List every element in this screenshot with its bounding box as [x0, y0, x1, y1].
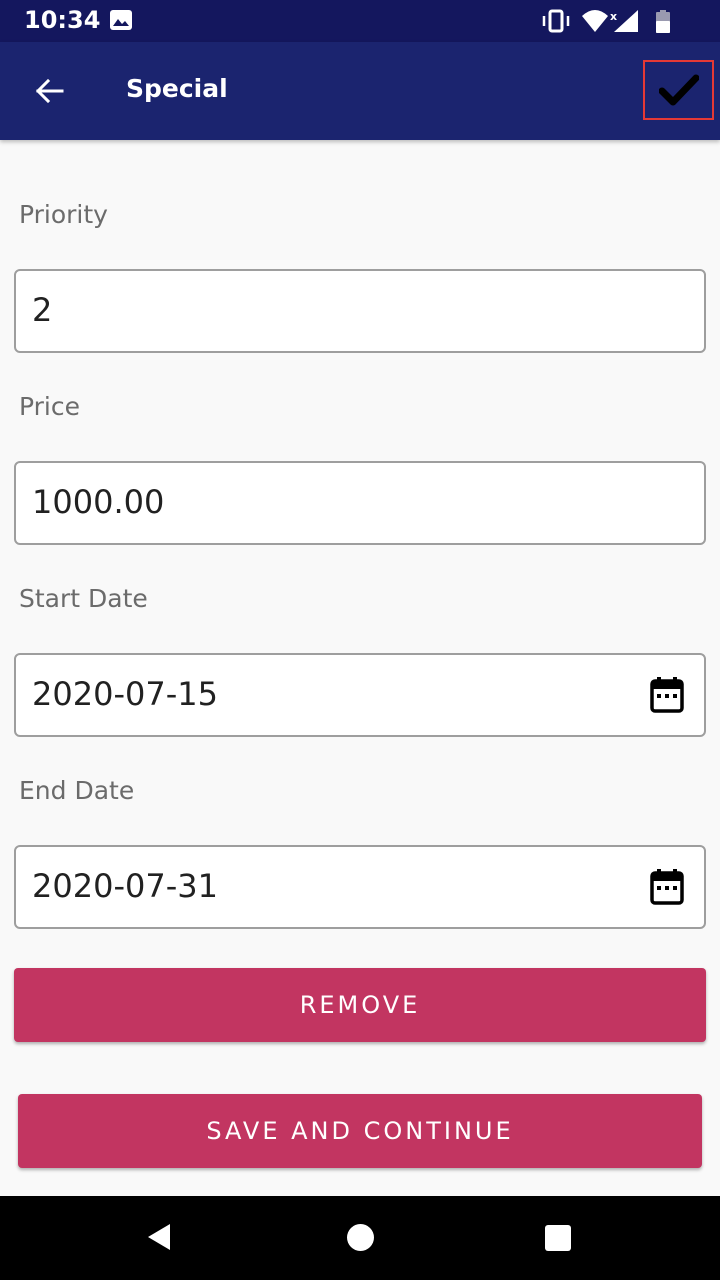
price-input[interactable]: 1000.00	[14, 461, 706, 545]
status-time: 10:34	[24, 6, 101, 34]
nav-recent-icon[interactable]	[545, 1225, 571, 1251]
calendar-icon[interactable]	[650, 677, 684, 713]
end-date-label: End Date	[19, 776, 135, 805]
check-icon	[658, 74, 699, 106]
priority-label: Priority	[19, 200, 108, 229]
nav-back-icon[interactable]	[146, 1222, 172, 1252]
start-date-label: Start Date	[19, 584, 148, 613]
battery-icon	[656, 10, 670, 33]
end-date-input[interactable]: 2020-07-31	[14, 845, 706, 929]
svg-text:x: x	[610, 10, 617, 23]
vibrate-icon	[542, 9, 570, 33]
save-and-continue-button[interactable]: SAVE AND CONTINUE	[18, 1094, 702, 1168]
app-bar: Special	[0, 42, 720, 140]
confirm-button[interactable]	[643, 60, 714, 120]
status-bar: 10:34 x	[0, 0, 720, 42]
image-icon	[110, 10, 132, 30]
no-signal-icon: x	[610, 10, 638, 32]
back-arrow-icon	[35, 78, 64, 104]
price-label: Price	[19, 392, 80, 421]
page-title: Special	[126, 74, 228, 103]
start-date-input[interactable]: 2020-07-15	[14, 653, 706, 737]
nav-home-icon[interactable]	[347, 1224, 374, 1251]
end-date-value: 2020-07-31	[32, 867, 218, 905]
wifi-icon	[582, 10, 608, 32]
priority-input[interactable]: 2	[14, 269, 706, 353]
system-nav-bar	[0, 1196, 720, 1280]
priority-value: 2	[32, 291, 53, 329]
calendar-icon[interactable]	[650, 869, 684, 905]
start-date-value: 2020-07-15	[32, 675, 218, 713]
back-button[interactable]	[24, 66, 74, 116]
status-icons: x	[542, 9, 670, 33]
price-value: 1000.00	[32, 483, 165, 521]
remove-button[interactable]: REMOVE	[14, 968, 706, 1042]
